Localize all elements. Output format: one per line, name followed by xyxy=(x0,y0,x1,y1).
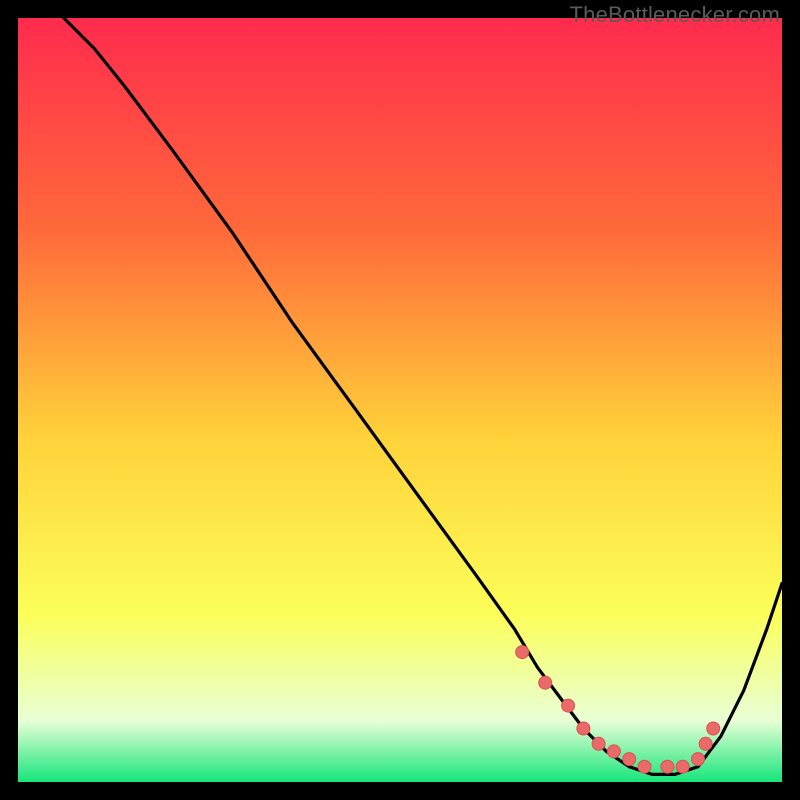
highlight-point xyxy=(607,745,620,758)
highlight-point xyxy=(592,737,605,750)
highlight-point xyxy=(539,676,552,689)
bottleneck-chart xyxy=(18,18,782,782)
highlight-point xyxy=(516,646,529,659)
highlight-point xyxy=(692,753,705,766)
gradient-background xyxy=(18,18,782,782)
highlight-point xyxy=(577,722,590,735)
watermark-text: TheBottlenecker.com xyxy=(570,2,780,28)
highlight-point xyxy=(638,760,651,773)
highlight-point xyxy=(623,753,636,766)
highlight-point xyxy=(699,737,712,750)
highlight-point xyxy=(661,760,674,773)
chart-frame xyxy=(18,18,782,782)
highlight-point xyxy=(562,699,575,712)
highlight-point xyxy=(676,760,689,773)
highlight-point xyxy=(707,722,720,735)
